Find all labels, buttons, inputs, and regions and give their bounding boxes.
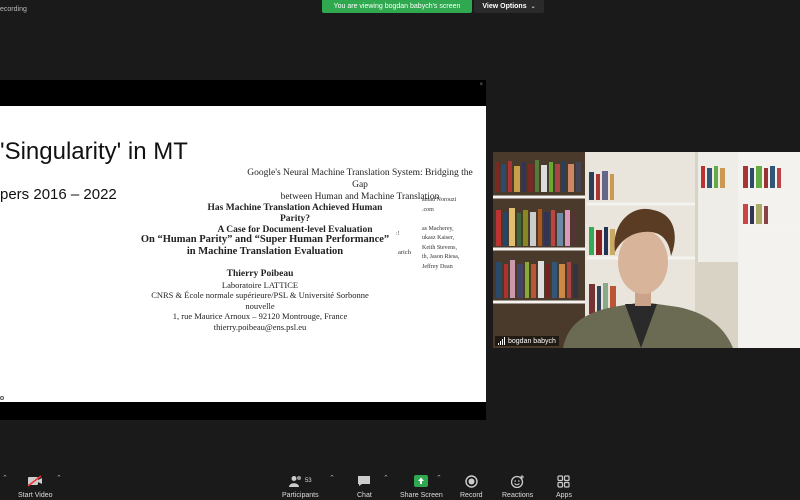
zoom-meeting-window: ecording You are viewing bogdan babych's… <box>0 0 800 500</box>
author-affiliation: CNRS & École normale supérieure/PSL & Un… <box>151 290 369 311</box>
paper-fragment-2: arich <box>398 249 411 256</box>
participant-video-tile[interactable]: bogdan babych <box>493 152 800 348</box>
shared-screen-footer <box>0 402 486 420</box>
video-off-icon <box>27 474 43 488</box>
slide-corner-marker <box>0 396 4 400</box>
participants-caret-icon[interactable]: ⌃ <box>329 474 335 482</box>
paper-fragment: :! <box>396 231 400 237</box>
paper-title-human-parity: Has Machine Translation Achieved Human P… <box>207 203 383 235</box>
apps-button[interactable]: Apps <box>556 474 572 499</box>
author-address: 1, rue Maurice Arnoux – 92120 Montrouge,… <box>172 311 348 321</box>
shared-slide: 'Singularity' in MT pers 2016 – 2022 Goo… <box>0 106 486 402</box>
author-email: thierry.poibeau@ens.psl.eu <box>213 321 307 332</box>
participants-count: 53 <box>304 478 312 484</box>
meeting-toolbar: ⌃ Start Video ⌃ 53 Participants ⌃ Chat ⌃ <box>0 466 800 500</box>
apps-icon <box>557 474 571 488</box>
start-video-button[interactable]: Start Video <box>18 474 53 499</box>
share-screen-icon <box>414 474 429 488</box>
chat-button[interactable]: Chat <box>357 474 372 499</box>
audio-options-caret-icon[interactable]: ⌃ <box>2 474 8 482</box>
signal-bars-icon <box>498 337 505 345</box>
viewing-screen-banner: You are viewing bogdan babych's screen <box>322 0 472 13</box>
recording-label: ecording <box>0 6 27 13</box>
chevron-down-icon: ⌄ <box>530 4 536 10</box>
view-options-label: View Options <box>482 3 527 10</box>
video-options-caret-icon[interactable]: ⌃ <box>56 474 62 482</box>
webcam-image <box>493 152 800 348</box>
chat-caret-icon[interactable]: ⌃ <box>383 474 389 482</box>
participant-name-label: bogdan babych <box>495 336 559 346</box>
record-button[interactable]: Record <box>460 474 483 499</box>
slide-title: 'Singularity' in MT <box>0 138 188 165</box>
record-icon <box>465 474 478 488</box>
participants-icon: 53 <box>288 474 312 488</box>
paper-author-block: Thierry Poibeau Laboratoire LATTICE CNRS… <box>150 269 370 332</box>
author-lab: Laboratoire LATTICE <box>221 279 299 290</box>
slide-subtitle: pers 2016 – 2022 <box>0 186 117 203</box>
reactions-icon <box>510 474 525 488</box>
author-name: Thierry Poibeau <box>226 269 294 279</box>
reactions-button[interactable]: Reactions <box>502 474 533 499</box>
close-icon[interactable]: × <box>479 82 483 88</box>
participant-name: bogdan babych <box>508 337 556 345</box>
paper-title-super-human: On “Human Parity” and “Super Human Perfo… <box>140 234 390 257</box>
share-caret-icon[interactable]: ⌃ <box>436 474 442 482</box>
paper-authors-fragment: amad Norouzi .com as Macherey, ukasz Kai… <box>422 197 460 270</box>
chat-icon <box>357 474 371 488</box>
participants-button[interactable]: 53 Participants <box>282 474 319 499</box>
shared-screen-header: × <box>0 80 486 106</box>
view-options-button[interactable]: View Options ⌄ <box>474 0 544 13</box>
